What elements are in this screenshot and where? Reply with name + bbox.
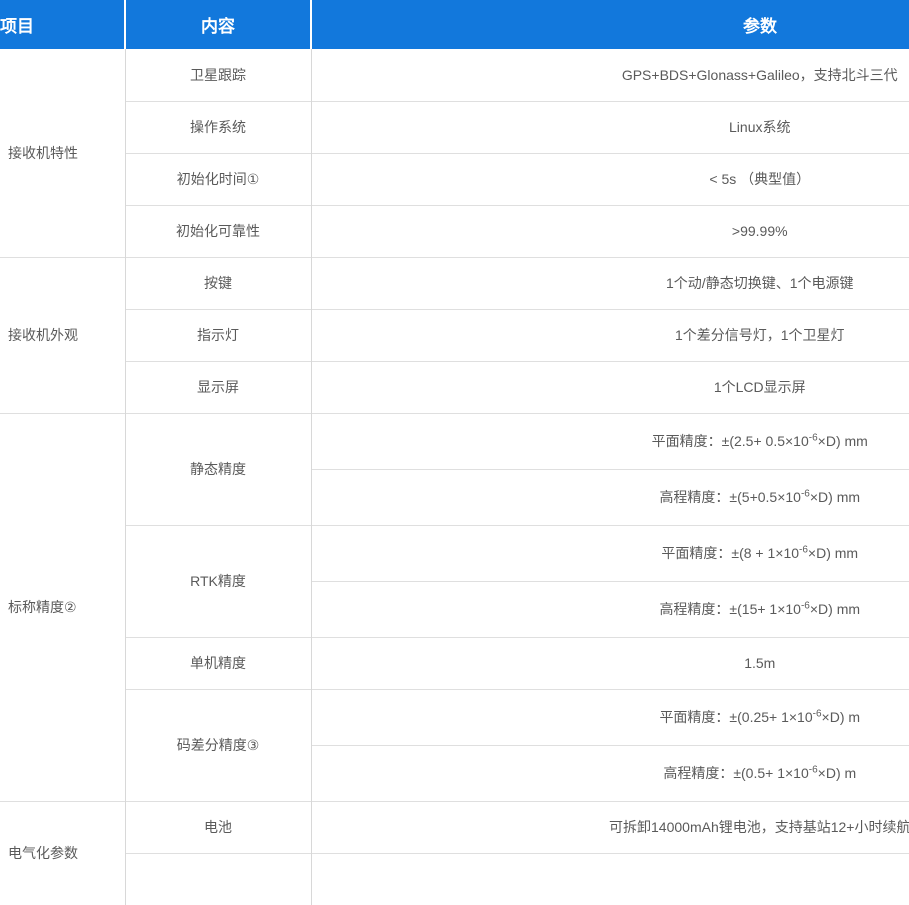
param-cell: 高程精度：±(0.5+ 1×10-6×D) m [311,745,909,801]
param-text: 高程精度：±(5+0.5×10 [659,489,801,505]
table-row: 码差分精度③平面精度：±(0.25+ 1×10-6×D) m [0,689,909,745]
content-cell: 显示屏 [125,361,311,413]
param-text: ×D) mm [810,601,860,617]
column-header-content: 内容 [125,0,311,49]
item-group-cell: 标称精度② [0,413,125,801]
param-cell: 1个动/静态切换键、1个电源键 [311,257,909,309]
param-superscript: -6 [799,544,808,555]
param-text: ×D) m [818,765,857,781]
param-cell: 1.5m [311,637,909,689]
param-text: 平面精度：±(2.5+ 0.5×10 [652,433,809,449]
content-cell: 操作系统 [125,101,311,153]
item-group-cell: 接收机外观 [0,257,125,413]
param-superscript: -6 [801,488,810,499]
column-header-param: 参数 [311,0,909,49]
param-cell: 1个LCD显示屏 [311,361,909,413]
param-cell [311,853,909,905]
param-text: ×D) mm [818,433,868,449]
param-cell: 可拆卸14000mAh锂电池，支持基站12+小时续航 [311,801,909,853]
table-row: 初始化时间①< 5s （典型值） [0,153,909,205]
content-cell [125,853,311,905]
content-cell: 按键 [125,257,311,309]
content-cell: 指示灯 [125,309,311,361]
content-cell: 卫星跟踪 [125,49,311,101]
param-superscript: -6 [813,708,822,719]
table-row [0,853,909,905]
param-cell: 平面精度：±(2.5+ 0.5×10-6×D) mm [311,413,909,469]
spec-table-body: 接收机特性卫星跟踪GPS+BDS+Glonass+Galileo，支持北斗三代操… [0,49,909,905]
spec-table: 项目 内容 参数 接收机特性卫星跟踪GPS+BDS+Glonass+Galile… [0,0,909,905]
param-cell: 1个差分信号灯，1个卫星灯 [311,309,909,361]
param-cell: 平面精度：±(0.25+ 1×10-6×D) m [311,689,909,745]
param-cell: 高程精度：±(15+ 1×10-6×D) mm [311,581,909,637]
content-cell: 电池 [125,801,311,853]
param-cell: GPS+BDS+Glonass+Galileo，支持北斗三代 [311,49,909,101]
column-header-item: 项目 [0,0,125,49]
content-cell: 初始化可靠性 [125,205,311,257]
param-superscript: -6 [809,764,818,775]
table-row: 接收机特性卫星跟踪GPS+BDS+Glonass+Galileo，支持北斗三代 [0,49,909,101]
item-group-cell: 电气化参数 [0,801,125,905]
param-text: ×D) mm [810,489,860,505]
param-text: 平面精度：±(8 + 1×10 [661,545,799,561]
table-row: 初始化可靠性>99.99% [0,205,909,257]
param-text: ×D) mm [808,545,858,561]
content-cell: RTK精度 [125,525,311,637]
content-cell: 静态精度 [125,413,311,525]
param-cell: 平面精度：±(8 + 1×10-6×D) mm [311,525,909,581]
table-row: 电气化参数电池可拆卸14000mAh锂电池，支持基站12+小时续航 [0,801,909,853]
param-cell: 高程精度：±(5+0.5×10-6×D) mm [311,469,909,525]
content-cell: 单机精度 [125,637,311,689]
param-superscript: -6 [801,600,810,611]
table-row: 接收机外观按键1个动/静态切换键、1个电源键 [0,257,909,309]
param-text: 平面精度：±(0.25+ 1×10 [659,709,812,725]
param-text: 高程精度：±(15+ 1×10 [659,601,801,617]
table-row: 指示灯1个差分信号灯，1个卫星灯 [0,309,909,361]
header-row: 项目 内容 参数 [0,0,909,49]
content-cell: 码差分精度③ [125,689,311,801]
param-cell: < 5s （典型值） [311,153,909,205]
param-cell: Linux系统 [311,101,909,153]
param-superscript: -6 [809,432,818,443]
param-text: 高程精度：±(0.5+ 1×10 [663,765,808,781]
param-text: ×D) m [822,709,861,725]
table-row: 操作系统Linux系统 [0,101,909,153]
table-row: 显示屏1个LCD显示屏 [0,361,909,413]
spec-table-header: 项目 内容 参数 [0,0,909,49]
param-cell: >99.99% [311,205,909,257]
table-row: 单机精度1.5m [0,637,909,689]
table-row: RTK精度平面精度：±(8 + 1×10-6×D) mm [0,525,909,581]
table-row: 标称精度②静态精度平面精度：±(2.5+ 0.5×10-6×D) mm [0,413,909,469]
content-cell: 初始化时间① [125,153,311,205]
item-group-cell: 接收机特性 [0,49,125,257]
